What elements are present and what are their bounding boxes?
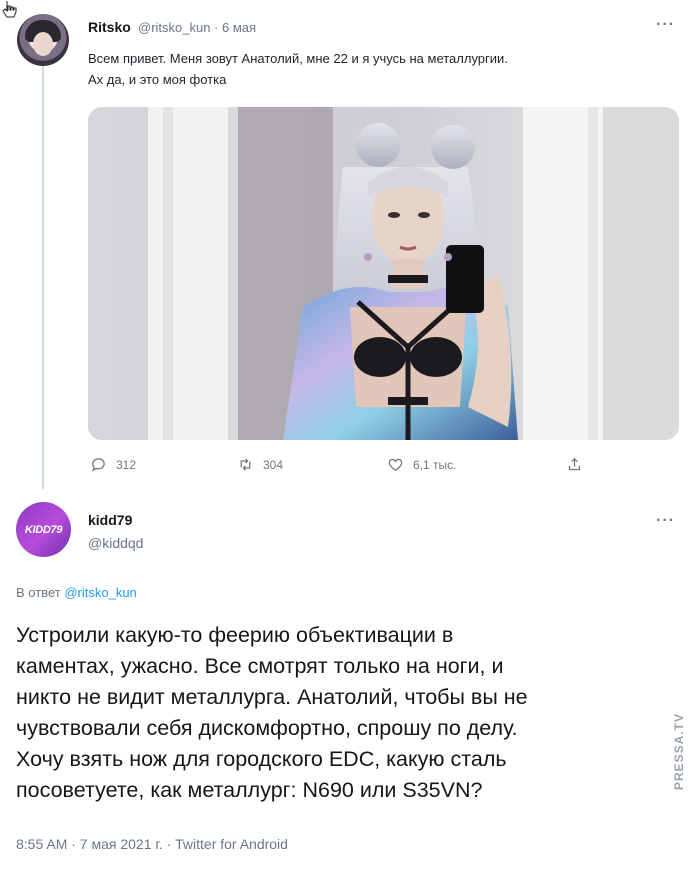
avatar-text: KIDD79 [24,523,63,536]
thread-line [42,66,44,489]
like-button[interactable]: 6,1 тыс. [387,456,456,473]
tweet-text-line: никто не видит металлурга. Анатолий, что… [16,685,528,709]
tweet-text-line: Всем привет. Меня зовут Анатолий, мне 22… [88,51,508,66]
tweet-text-line: посоветуете, как металлург: N690 или S35… [16,778,483,802]
share-button[interactable] [566,456,583,473]
tweet-text-line: Устроили какую-то феерию объективации в [16,623,454,647]
retweet-button[interactable]: 304 [237,456,283,473]
reply-context: В ответ @ritsko_kun [16,585,137,600]
tweet-text: Всем привет. Меня зовут Анатолий, мне 22… [88,48,668,90]
avatar[interactable]: KIDD79 [16,502,71,557]
reply-button[interactable]: 312 [90,456,136,473]
cursor-icon [2,1,17,18]
tweet-text-line: Ах да, и это моя фотка [88,72,227,87]
author-name[interactable]: Ritsko [88,19,131,35]
reply-handle-link[interactable]: @ritsko_kun [64,585,136,600]
reply-count: 312 [116,457,137,472]
tweet-photo[interactable] [88,107,679,440]
tweet-text-line: каментах, ужасно. Все смотрят только на … [16,654,504,678]
tweet-text-line: чувствовали себя дискомфортно, спрошу по… [16,716,518,740]
tweet-text-line: Хочу взять нож для городского EDC, какую… [16,747,507,771]
tweet-text: Устроили какую-то феерию объективации в … [16,620,676,806]
more-options-button[interactable]: ··· [656,512,675,530]
like-icon [388,458,403,471]
author-handle[interactable]: @kiddqd [88,535,143,551]
reply-icon [92,458,105,472]
retweet-count: 304 [263,457,284,472]
watermark: PRESSA.TV [672,712,686,790]
avatar[interactable] [17,14,69,66]
handle-and-date[interactable]: @ritsko_kun · 6 мая [138,20,256,35]
retweet-icon [240,458,251,471]
tweet-timestamp[interactable]: 8:55 AM · 7 мая 2021 г. · Twitter for An… [16,836,288,852]
author-name[interactable]: kidd79 [88,512,132,528]
more-options-button[interactable]: ··· [656,16,675,34]
like-count: 6,1 тыс. [413,457,457,472]
share-icon [568,457,581,471]
reply-prefix: В ответ [16,585,61,600]
